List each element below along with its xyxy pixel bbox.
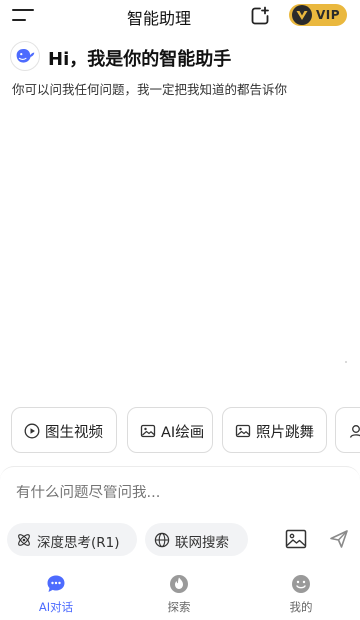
suggestion-photo-dance[interactable]: 照片跳舞 [222, 407, 327, 453]
web-search-toggle[interactable]: 联网搜索 [145, 523, 248, 556]
globe-icon [154, 532, 170, 548]
photo-icon [235, 424, 251, 438]
suggestion-more[interactable] [335, 407, 360, 453]
chat-bubble-icon [47, 575, 65, 592]
smiley-icon [292, 575, 310, 593]
new-chat-icon[interactable] [250, 6, 270, 26]
web-search-label: 联网搜索 [175, 535, 229, 551]
suggestion-ai-painting[interactable]: AI绘画 [127, 407, 213, 453]
suggestion-image-to-video[interactable]: 图生视频 [11, 407, 117, 453]
tab-label: 探索 [167, 600, 191, 614]
app-header: 智能助理 VIP [0, 0, 360, 34]
image-upload-icon[interactable] [285, 529, 307, 549]
assistant-avatar [10, 41, 40, 71]
whale-logo-icon [16, 48, 35, 63]
tab-explore[interactable]: 探索 [134, 570, 224, 620]
vip-crown-icon [292, 5, 312, 25]
atom-icon [18, 534, 30, 546]
suggestion-label: 图生视频 [45, 425, 103, 441]
vip-label: VIP [316, 8, 341, 22]
suggestion-label: 照片跳舞 [256, 425, 314, 441]
play-circle-icon [24, 423, 40, 439]
greeting-description: 你可以问我任何问题，我一定把我知道的都告诉你 [12, 82, 288, 97]
send-icon[interactable] [329, 529, 349, 549]
suggestion-label: AI绘画 [161, 425, 205, 441]
scroll-indicator [345, 361, 347, 363]
page-title: 智能助理 [126, 9, 191, 28]
image-icon [140, 424, 156, 438]
vip-badge[interactable]: VIP [289, 4, 347, 26]
suggestion-chips: 图生视频 AI绘画 照片跳舞 [11, 407, 360, 453]
deep-think-label: 深度思考(R1) [37, 535, 120, 551]
message-input[interactable] [16, 485, 336, 501]
tab-label: AI对话 [38, 600, 74, 614]
tab-me[interactable]: 我的 [256, 570, 346, 620]
greeting-title: Hi，我是你的智能助手 [48, 49, 232, 70]
tab-ai-chat[interactable]: AI对话 [11, 570, 101, 620]
deep-think-toggle[interactable]: 深度思考(R1) [7, 523, 137, 556]
greeting-block: Hi，我是你的智能助手 [10, 40, 350, 74]
person-icon [349, 425, 360, 438]
tab-label: 我的 [289, 600, 313, 614]
explore-hot-icon [170, 575, 188, 593]
message-composer: 深度思考(R1) 联网搜索 [0, 466, 360, 566]
bottom-nav: AI对话 探索 我的 [0, 570, 360, 620]
